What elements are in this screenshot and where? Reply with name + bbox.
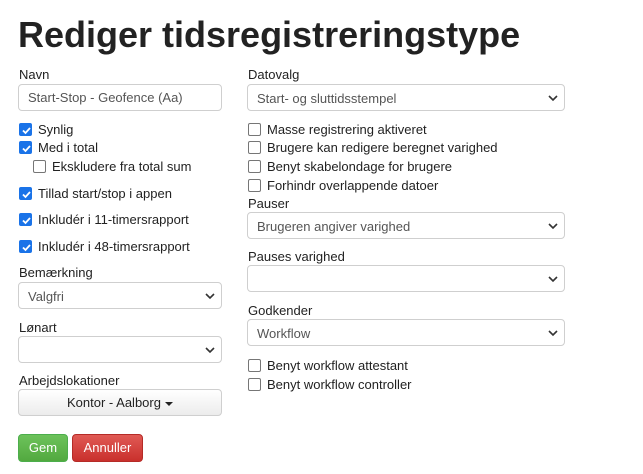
cancel-button[interactable]: Annuller <box>72 434 143 462</box>
checkbox-label: Med i total <box>38 139 98 155</box>
checkbox-include-11h-report[interactable]: Inkludér i 11-timersrapport <box>19 211 189 227</box>
remark-select[interactable]: Valgfri <box>18 282 222 309</box>
checkbox-edit-duration[interactable]: Brugere kan redigere beregnet varighed <box>248 139 498 155</box>
checkbox-icon[interactable] <box>19 140 32 154</box>
checkbox-label: Ekskludere fra total sum <box>52 158 192 174</box>
checkbox-include-48h-report[interactable]: Inkludér i 48-timersrapport <box>19 238 190 254</box>
chevron-down-icon <box>548 223 558 230</box>
checkbox-icon[interactable] <box>19 239 32 253</box>
checkbox-label: Masse registrering aktiveret <box>267 121 427 137</box>
checkbox-icon[interactable] <box>248 159 261 173</box>
checkbox-workflow-controller[interactable]: Benyt workflow controller <box>248 376 412 392</box>
checkbox-allow-start-stop[interactable]: Tillad start/stop i appen <box>19 185 172 201</box>
page-title: Rediger tidsregistreringstype <box>18 14 521 55</box>
name-input[interactable] <box>18 84 222 111</box>
checkbox-label: Inkludér i 48-timersrapport <box>38 238 190 254</box>
checkbox-icon[interactable] <box>248 358 261 372</box>
checkbox-label: Tillad start/stop i appen <box>38 185 172 201</box>
checkbox-label: Benyt workflow attestant <box>267 357 408 373</box>
checkbox-icon[interactable] <box>19 186 32 200</box>
chevron-down-icon <box>548 95 558 102</box>
work-locations-dropdown[interactable]: Kontor - Aalborg <box>18 389 222 416</box>
checkbox-icon[interactable] <box>248 122 261 136</box>
date-choice-value: Start- og sluttidsstempel <box>257 91 397 106</box>
date-choice-select[interactable]: Start- og sluttidsstempel <box>247 84 565 111</box>
breaks-select[interactable]: Brugeren angiver varighed <box>247 212 565 239</box>
approver-select[interactable]: Workflow <box>247 319 565 346</box>
checkbox-icon[interactable] <box>19 122 32 136</box>
checkbox-label: Brugere kan redigere beregnet varighed <box>267 139 498 155</box>
chevron-down-icon <box>205 347 215 354</box>
chevron-down-icon <box>205 293 215 300</box>
checkbox-template-days[interactable]: Benyt skabelondage for brugere <box>248 158 452 174</box>
name-label: Navn <box>19 67 50 82</box>
approver-label: Godkender <box>248 303 313 318</box>
save-button[interactable]: Gem <box>18 434 68 462</box>
checkbox-icon[interactable] <box>248 140 261 154</box>
remark-label: Bemærkning <box>19 265 93 280</box>
break-duration-select[interactable] <box>247 265 565 292</box>
breaks-value: Brugeren angiver varighed <box>257 219 411 234</box>
checkbox-visible[interactable]: Synlig <box>19 121 73 137</box>
wage-type-select[interactable] <box>18 336 222 363</box>
checkbox-label: Forhindr overlappende datoer <box>267 177 439 193</box>
checkbox-icon[interactable] <box>19 212 32 226</box>
checkbox-label: Inkludér i 11-timersrapport <box>38 211 189 227</box>
chevron-down-icon <box>548 276 558 283</box>
checkbox-icon[interactable] <box>248 178 261 192</box>
checkbox-label: Benyt workflow controller <box>267 376 412 392</box>
work-locations-label: Arbejdslokationer <box>19 373 120 388</box>
checkbox-workflow-attestant[interactable]: Benyt workflow attestant <box>248 357 408 373</box>
wage-type-label: Lønart <box>19 320 57 335</box>
checkbox-icon[interactable] <box>248 377 261 391</box>
checkbox-label: Benyt skabelondage for brugere <box>267 158 453 174</box>
break-duration-label: Pauses varighed <box>248 249 345 264</box>
checkbox-exclude-total-sum[interactable]: Ekskludere fra total sum <box>33 158 191 174</box>
work-locations-value: Kontor - Aalborg <box>67 395 161 410</box>
date-choice-label: Datovalg <box>248 67 300 82</box>
breaks-label: Pauser <box>248 196 290 211</box>
approver-value: Workflow <box>257 326 311 341</box>
checkbox-mass-registration[interactable]: Masse registrering aktiveret <box>248 121 427 137</box>
chevron-down-icon <box>548 330 558 337</box>
checkbox-label: Synlig <box>38 121 74 137</box>
caret-down-icon <box>164 401 173 406</box>
checkbox-in-total[interactable]: Med i total <box>19 139 98 155</box>
checkbox-prevent-overlap[interactable]: Forhindr overlappende datoer <box>248 177 438 193</box>
remark-select-value: Valgfri <box>28 289 64 304</box>
checkbox-icon[interactable] <box>33 159 46 173</box>
